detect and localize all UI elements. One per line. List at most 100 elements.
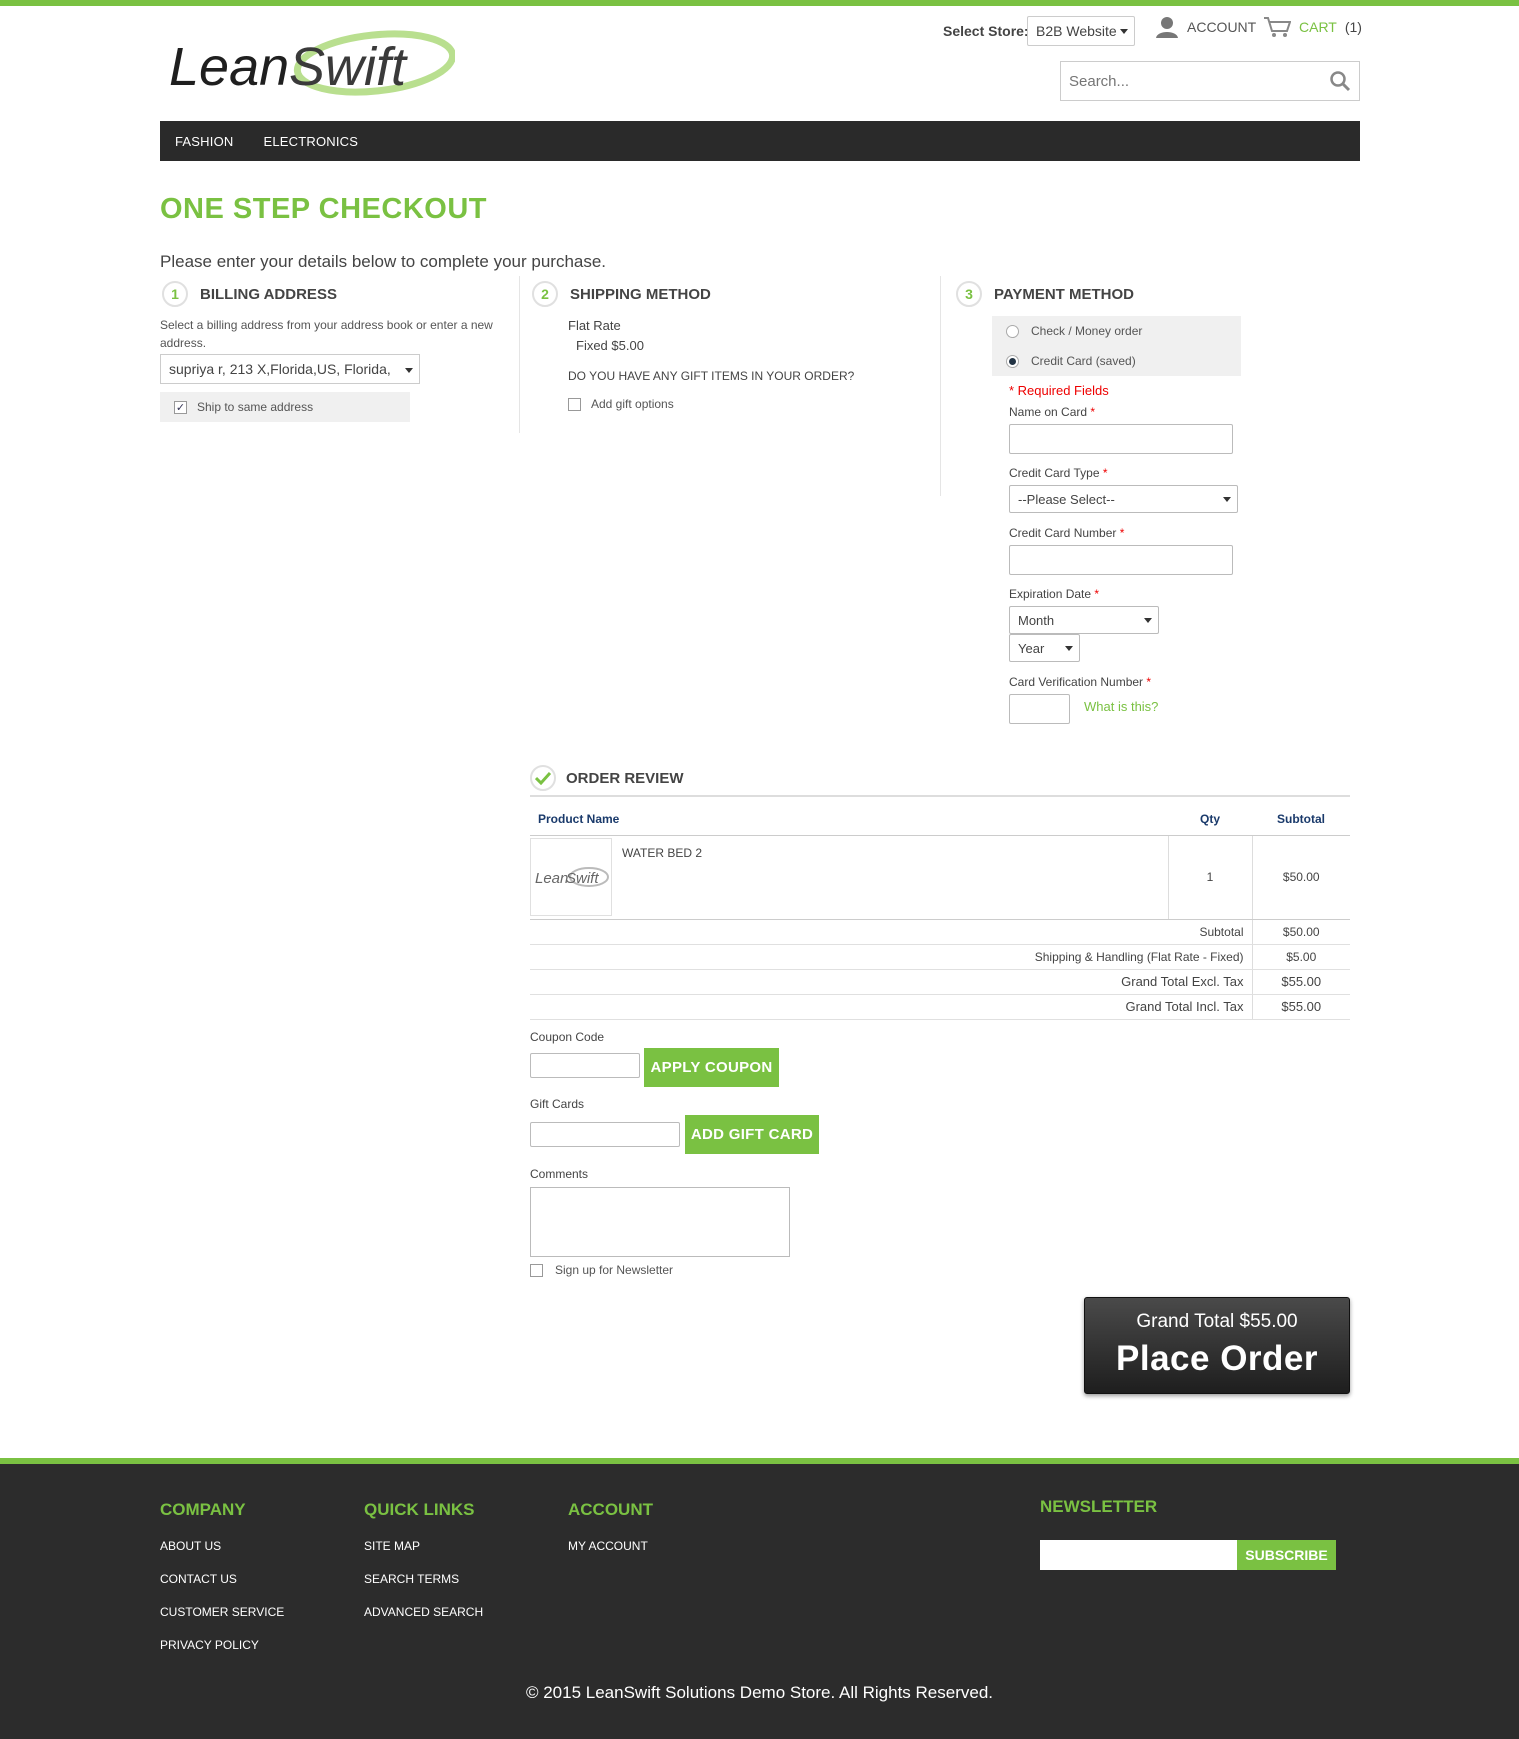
newsletter-email-input[interactable] [1040,1540,1237,1570]
ship-same-checkbox[interactable]: ✓ [174,400,187,414]
billing-description: Select a billing address from your addre… [160,318,493,350]
account-label: ACCOUNT [1187,19,1257,35]
order-review-divider [530,795,1350,797]
totals-label: Subtotal [530,919,1252,945]
gift-options-option[interactable]: Add gift options [568,397,674,411]
cc-number-input[interactable] [1009,545,1233,575]
expiration-year-select[interactable]: Year [1009,634,1080,662]
column-divider [940,276,941,496]
footer-link-site-map[interactable]: SITE MAP [364,1539,420,1553]
table-row: Lean Swift WATER BED 2 1 $50.00 [530,835,1350,920]
nav-item-electronics[interactable]: ELECTRONICS [263,134,358,149]
place-order-label: Place Order [1116,1339,1318,1378]
place-order-button[interactable]: Grand Total $55.00 Place Order [1084,1297,1350,1394]
store-select-value: B2B Website [1036,23,1117,39]
what-is-this-link[interactable]: What is this? [1084,699,1158,714]
page-title: ONE STEP CHECKOUT [160,193,488,225]
gift-options-label: Add gift options [591,397,674,411]
footer-link-customer-service[interactable]: CUSTOMER SERVICE [160,1605,284,1619]
footer-link-my-account[interactable]: MY ACCOUNT [568,1539,648,1553]
payment-radio-check[interactable] [1006,324,1019,338]
store-select[interactable]: B2B Website [1027,16,1135,46]
chevron-down-icon [1144,618,1152,623]
newsletter-checkbox[interactable] [530,1263,543,1277]
comments-textarea[interactable] [530,1187,790,1257]
totals-value: $5.00 [1251,944,1350,970]
expiration-month-select[interactable]: Month [1009,606,1159,634]
totals-row: Grand Total Incl. Tax $55.00 [530,994,1350,1020]
add-gift-card-button[interactable]: ADD GIFT CARD [685,1115,819,1154]
ship-same-address-option[interactable]: ✓ Ship to same address [160,392,410,422]
payment-heading: 3 PAYMENT METHOD [956,281,1134,307]
footer-link-advanced-search[interactable]: ADVANCED SEARCH [364,1605,483,1619]
cart-icon [1264,17,1291,37]
totals-value: $55.00 [1251,994,1350,1020]
gift-card-input[interactable] [530,1122,680,1147]
column-divider [519,276,520,433]
leanswift-logo[interactable]: Lean Swift [165,30,457,100]
cc-type-select[interactable]: --Please Select-- [1009,485,1238,513]
cart-count: (1) [1344,19,1362,35]
footer-quick-links-title: QUICK LINKS [364,1500,475,1519]
payment-method-credit-card[interactable]: Credit Card (saved) [992,346,1241,376]
subscribe-button[interactable]: SUBSCRIBE [1237,1540,1336,1570]
col-qty: Qty [1168,803,1252,836]
payment-methods: Check / Money order Credit Card (saved) [992,316,1241,376]
product-name: WATER BED 2 [622,846,703,860]
cvv-input[interactable] [1009,694,1070,724]
totals-row: Grand Total Excl. Tax $55.00 [530,969,1350,995]
gift-options-checkbox[interactable] [568,397,581,411]
cart-label: CART [1299,19,1337,35]
nav-item-fashion[interactable]: FASHION [175,134,233,149]
totals-label: Grand Total Excl. Tax [530,969,1252,995]
footer-link-privacy-policy[interactable]: PRIVACY POLICY [160,1638,259,1652]
cc-type-label: Credit Card Type * [1009,466,1108,480]
shipping-rate-price: Fixed $5.00 [576,338,644,353]
billing-address-select[interactable]: supriya r, 213 X,Florida,US, Florida, [160,354,420,384]
col-product-name: Product Name [530,803,1168,836]
ship-same-label: Ship to same address [197,400,314,414]
newsletter-signup-option[interactable]: Sign up for Newsletter [530,1263,673,1277]
search-box[interactable] [1060,61,1360,101]
payment-radio-credit-card[interactable] [1006,354,1019,368]
totals-label: Grand Total Incl. Tax [530,994,1252,1020]
footer-newsletter-title: NEWSLETTER [1040,1497,1158,1516]
billing-title: BILLING ADDRESS [200,285,337,303]
logo-swift-text: Swift [289,37,408,97]
footer-company-title: COMPANY [160,1500,246,1519]
name-on-card-label: Name on Card * [1009,405,1096,419]
product-thumbnail[interactable]: Lean Swift [530,838,612,916]
footer-link-about-us[interactable]: ABOUT US [160,1539,221,1553]
search-icon[interactable] [1329,70,1351,92]
shipping-rate-name: Flat Rate [568,318,621,333]
checkout-intro: Please enter your details below to compl… [160,252,607,271]
coupon-code-input[interactable] [530,1053,640,1078]
name-on-card-input[interactable] [1009,424,1233,454]
footer-link-search-terms[interactable]: SEARCH TERMS [364,1572,459,1586]
apply-coupon-button[interactable]: APPLY COUPON [644,1048,779,1087]
logo-lean-text: Lean [169,37,289,97]
table-header-row: Product Name Qty Subtotal [530,803,1350,836]
checkmark-icon [530,765,556,791]
chevron-down-icon [1223,497,1231,502]
order-review-heading: ORDER REVIEW [530,765,684,791]
gift-items-question: DO YOU HAVE ANY GIFT ITEMS IN YOUR ORDER… [568,369,855,383]
account-link[interactable]: ACCOUNT [1155,16,1256,38]
search-input[interactable] [1061,62,1311,100]
newsletter-signup-label: Sign up for Newsletter [555,1263,674,1277]
shipping-heading: 2 SHIPPING METHOD [532,281,711,307]
col-subtotal: Subtotal [1252,803,1350,836]
store-label: Select Store: [943,23,1029,39]
payment-method-check[interactable]: Check / Money order [992,316,1241,346]
cart-link[interactable]: CART (1) [1263,16,1362,38]
product-qty: 1 [1167,835,1252,920]
totals-row: Subtotal $50.00 [530,919,1350,945]
payment-method-label: Check / Money order [1031,324,1143,338]
footer-link-contact-us[interactable]: CONTACT US [160,1572,237,1586]
totals-label: Shipping & Handling (Flat Rate - Fixed) [530,944,1252,970]
comments-label: Comments [530,1167,589,1181]
cvv-label: Card Verification Number * [1009,675,1152,689]
chevron-down-icon [1120,29,1128,34]
chevron-down-icon [1065,646,1073,651]
order-review-table: Product Name Qty Subtotal Lean Swift WAT… [530,803,1350,1020]
